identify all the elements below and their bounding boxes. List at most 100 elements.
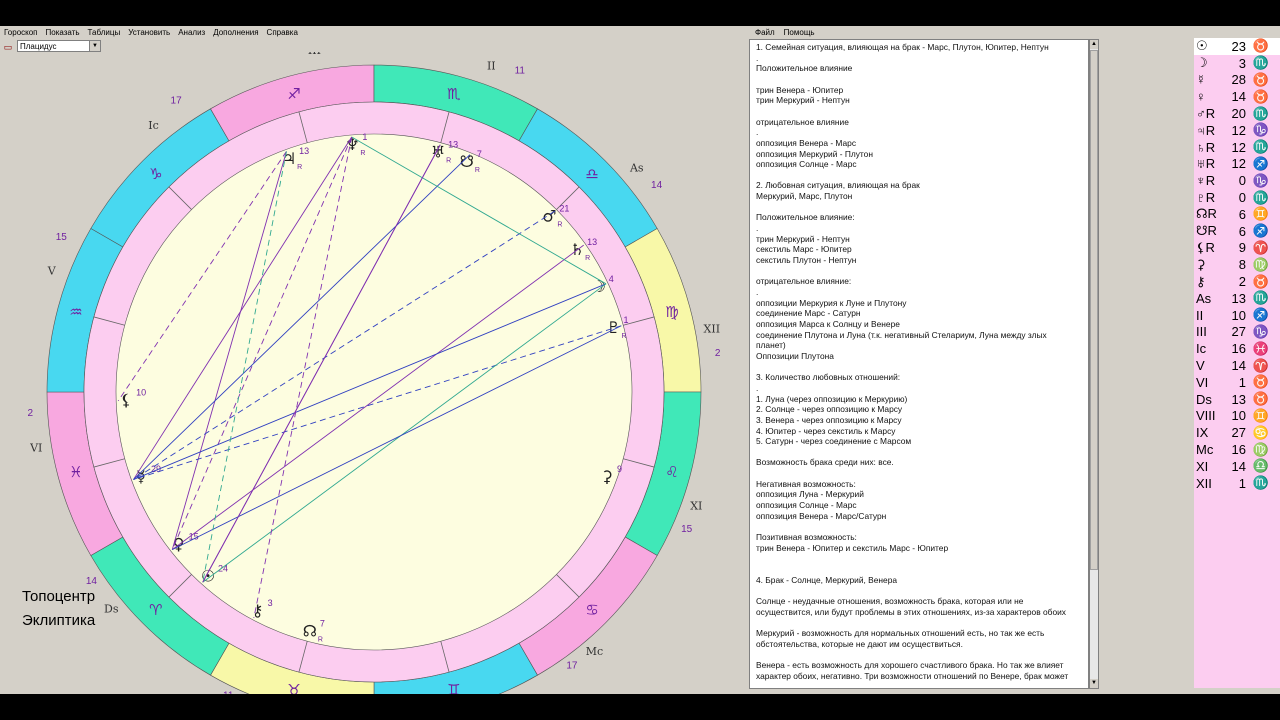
position-glyph: ♅R bbox=[1196, 156, 1216, 172]
menu-item-5[interactable]: Дополнения bbox=[213, 28, 258, 37]
position-degree: 2 bbox=[1238, 274, 1246, 290]
sign-glyph: ♌ bbox=[665, 463, 678, 481]
menu-item-0[interactable]: Гороскоп bbox=[4, 28, 38, 37]
planet-positions-table: ☉ 23 ♉ ☽ 3 ♏ ☿ 28 ♉ ♀ 14 ♉ ♂R 20 ♏ ♃R 12 ♑ ♄R 12 ♏ ♅R 12 ♐ ♆R 0 ♑ ♇… bbox=[1194, 38, 1280, 688]
position-sign: ♉ bbox=[1252, 273, 1270, 289]
position-row[interactable]: XI 14 ♎ bbox=[1194, 458, 1280, 475]
menu-bar: Гороскоп Показать Таблицы Установить Анализ Д… bbox=[0, 26, 746, 38]
sign-glyph: ♎ bbox=[585, 165, 598, 183]
position-row[interactable]: ♃R 12 ♑ bbox=[1194, 122, 1280, 139]
position-row[interactable]: III 27 ♑ bbox=[1194, 324, 1280, 341]
position-degree: 23 bbox=[1231, 38, 1246, 54]
position-row[interactable]: VI 1 ♉ bbox=[1194, 374, 1280, 391]
position-row[interactable]: ♅R 12 ♐ bbox=[1194, 156, 1280, 173]
text-line: трин Меркурий - Нептун bbox=[756, 95, 850, 106]
text-line: 3. Количество любовных отношений: bbox=[756, 372, 901, 383]
position-row[interactable]: ☿ 28 ♉ bbox=[1194, 72, 1280, 89]
scroll-thumb[interactable] bbox=[1090, 50, 1098, 570]
sign-glyph: ♍ bbox=[665, 303, 678, 321]
position-degree: 20 bbox=[1231, 106, 1246, 122]
position-sign: ♐ bbox=[1252, 155, 1270, 171]
scroll-up-button[interactable]: ▲ bbox=[1090, 40, 1098, 49]
house-degree: 15 bbox=[56, 232, 68, 243]
text-menu-item-1[interactable]: Помощь bbox=[784, 28, 815, 37]
menu-item-1[interactable]: Показать bbox=[46, 28, 80, 37]
text-scrollbar[interactable]: ▲ ▼ bbox=[1089, 39, 1099, 689]
position-row[interactable]: ☊R 6 ♊ bbox=[1194, 206, 1280, 223]
text-line: оппозиция Венера - Марс/Сатурн bbox=[756, 510, 887, 521]
retrograde-mark: R bbox=[475, 167, 480, 174]
interpretation-text-area[interactable]: 1. Семейная ситуация, влияющая на брак -… bbox=[749, 39, 1089, 689]
position-degree: 10 bbox=[1231, 408, 1246, 424]
planet-degree: 1 bbox=[362, 132, 367, 142]
position-row[interactable]: ⚳ 8 ♍ bbox=[1194, 256, 1280, 273]
position-row[interactable]: ☉ 23 ♉ bbox=[1194, 38, 1280, 55]
position-sign: ♏ bbox=[1252, 189, 1270, 205]
text-line: оппозиция Меркурий - Плутон bbox=[756, 148, 873, 159]
position-row[interactable]: ☽ 3 ♏ bbox=[1194, 55, 1280, 72]
position-glyph: Ds bbox=[1196, 391, 1212, 407]
position-glyph: ♃R bbox=[1196, 122, 1216, 138]
sign-glyph: ♑ bbox=[149, 165, 162, 183]
position-row[interactable]: Ds 13 ♉ bbox=[1194, 391, 1280, 408]
position-sign: ♏ bbox=[1252, 105, 1270, 121]
position-glyph: ⚸R bbox=[1196, 239, 1215, 255]
position-glyph: II bbox=[1196, 307, 1204, 323]
house-system-select[interactable]: Плацидус ▼ bbox=[17, 40, 101, 52]
position-row[interactable]: ⚷ 2 ♉ bbox=[1194, 273, 1280, 290]
position-row[interactable]: ♇R 0 ♏ bbox=[1194, 189, 1280, 206]
house-label: VI bbox=[29, 442, 42, 455]
text-line bbox=[756, 564, 1082, 575]
menu-item-6[interactable]: Справка bbox=[267, 28, 298, 37]
position-row[interactable]: ♆R 0 ♑ bbox=[1194, 172, 1280, 189]
text-line: обстоятельства, которые не дают им осуще… bbox=[756, 638, 963, 649]
text-menu-item-0[interactable]: Файл bbox=[755, 28, 775, 37]
position-row[interactable]: As 13 ♏ bbox=[1194, 290, 1280, 307]
position-row[interactable]: ♀ 14 ♉ bbox=[1194, 88, 1280, 105]
position-glyph: Mc bbox=[1196, 442, 1214, 458]
text-line: . bbox=[756, 52, 759, 63]
text-line: оппозиция Марса к Солнцу и Венере bbox=[756, 318, 900, 329]
position-row[interactable]: Ic 16 ♓ bbox=[1194, 340, 1280, 357]
text-line: соединение Плутона и Луна (т.к. негативн… bbox=[756, 329, 1047, 340]
text-line: отрицательное влияние bbox=[756, 116, 849, 127]
text-line bbox=[756, 202, 1082, 213]
position-sign: ♍ bbox=[1252, 441, 1270, 457]
position-row[interactable]: V 14 ♈ bbox=[1194, 357, 1280, 374]
chart-area[interactable]: ♒♑♐♏♎♍♌♋♊♉♈♓III28II11As14XII2XI15Mc17IX2… bbox=[0, 34, 746, 720]
sign-glyph: ♓ bbox=[69, 463, 82, 481]
position-degree: 14 bbox=[1231, 458, 1246, 474]
natal-chart-wheel[interactable]: ♒♑♐♏♎♍♌♋♊♉♈♓III28II11As14XII2XI15Mc17IX2… bbox=[0, 34, 746, 720]
planet-glyph: ♂ bbox=[542, 207, 556, 226]
position-row[interactable]: ⚸R 9 ♈ bbox=[1194, 240, 1280, 257]
position-sign: ♏ bbox=[1252, 290, 1270, 306]
text-line: 1. Семейная ситуация, влияющая на брак -… bbox=[756, 42, 1049, 52]
position-row[interactable]: XII 1 ♏ bbox=[1194, 475, 1280, 492]
text-line: Положительное влияние bbox=[756, 63, 853, 74]
position-row[interactable]: ♄R 12 ♏ bbox=[1194, 139, 1280, 156]
position-row[interactable]: Mc 16 ♍ bbox=[1194, 441, 1280, 458]
menu-item-2[interactable]: Таблицы bbox=[88, 28, 121, 37]
text-line bbox=[756, 74, 1082, 85]
position-degree: 0 bbox=[1238, 190, 1246, 206]
menu-item-4[interactable]: Анализ bbox=[178, 28, 205, 37]
position-degree: 16 bbox=[1231, 341, 1246, 357]
menu-item-3[interactable]: Установить bbox=[128, 28, 170, 37]
position-degree: 27 bbox=[1231, 324, 1246, 340]
text-line bbox=[756, 649, 1082, 660]
text-line: Меркурий, Марс, Плутон bbox=[756, 191, 853, 202]
position-row[interactable]: IX 27 ♋ bbox=[1194, 424, 1280, 441]
scroll-down-button[interactable]: ▼ bbox=[1090, 679, 1098, 688]
position-row[interactable]: ♂R 20 ♏ bbox=[1194, 105, 1280, 122]
position-row[interactable]: VIII 10 ♊ bbox=[1194, 408, 1280, 425]
position-degree: 14 bbox=[1231, 358, 1246, 374]
position-glyph: VI bbox=[1196, 374, 1209, 390]
chevron-down-icon[interactable]: ▼ bbox=[89, 41, 100, 51]
sign-glyph: ♈ bbox=[149, 601, 162, 619]
position-row[interactable]: II 10 ♐ bbox=[1194, 307, 1280, 324]
position-glyph: ♀ bbox=[1196, 89, 1206, 105]
planet-degree: 9 bbox=[617, 464, 622, 474]
text-line bbox=[756, 106, 1082, 117]
position-row[interactable]: ☋R 6 ♐ bbox=[1194, 223, 1280, 240]
house-degree: 15 bbox=[681, 524, 693, 535]
